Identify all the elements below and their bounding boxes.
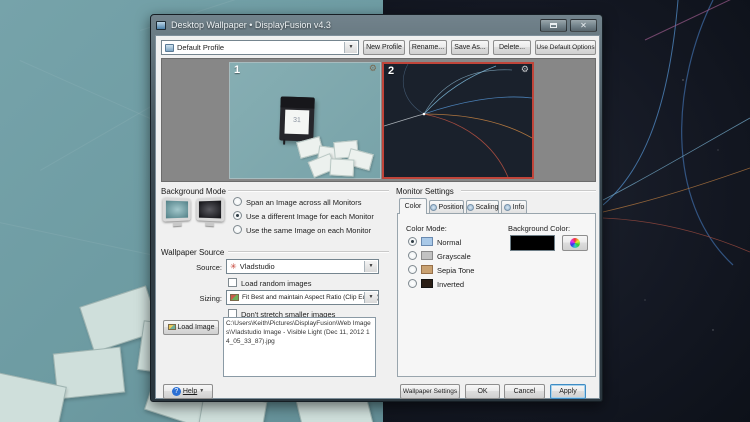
app-icon [156, 21, 166, 30]
monitor-icon [163, 197, 191, 221]
span-image-label[interactable]: Span an Image across all Monitors [246, 198, 361, 207]
tab-scaling[interactable]: Scaling [466, 200, 499, 213]
position-tab-icon [430, 204, 437, 211]
same-image-radio[interactable] [233, 225, 242, 234]
monitor-1-preview[interactable]: 1 ⚙ 31 [229, 62, 381, 179]
background-mode-title: Background Mode [161, 187, 226, 196]
chevron-down-icon[interactable]: ▼ [364, 292, 377, 303]
save-as-button[interactable]: Save As... [451, 40, 489, 55]
monitor-1-gear-icon[interactable]: ⚙ [369, 63, 377, 74]
dialog-client-area: Default Profile ▼ New Profile Rename... … [155, 35, 600, 399]
monitor-icon [196, 197, 224, 221]
calendar-page: 31 [284, 110, 309, 135]
section-divider [228, 251, 389, 253]
chevron-down-icon[interactable]: ▼ [364, 261, 377, 272]
section-divider [461, 190, 596, 192]
profile-dropdown[interactable]: Default Profile ▼ [161, 40, 359, 55]
help-button[interactable]: ?Help▼ [163, 384, 213, 399]
source-value: Vladstudio [240, 262, 275, 271]
apply-button[interactable]: Apply [550, 384, 586, 399]
light-trails-thumbnail [384, 64, 532, 177]
sepia-mode-icon [421, 265, 433, 274]
maximize-icon [550, 23, 557, 28]
tab-scaling-label: Scaling [476, 204, 499, 211]
normal-mode-icon [421, 237, 433, 246]
color-mode-inverted-label[interactable]: Inverted [437, 280, 464, 289]
background-color-label: Background Color: [508, 224, 570, 233]
background-color-swatch [510, 235, 555, 251]
load-image-button[interactable]: Load Image [163, 320, 219, 335]
section-divider [228, 190, 389, 192]
calendar-graphic: 31 [279, 96, 315, 141]
use-default-options-button[interactable]: Use Default Options [535, 40, 596, 55]
color-mode-grayscale-radio[interactable] [408, 251, 417, 260]
source-label: Source: [182, 263, 222, 272]
color-wheel-icon [570, 238, 580, 248]
image-path-box[interactable]: C:\Users\Keith\Pictures\DisplayFusion\We… [223, 317, 376, 377]
source-dropdown[interactable]: ✳ Vladstudio ▼ [226, 259, 379, 274]
close-button[interactable]: ✕ [570, 19, 597, 32]
profile-icon [165, 44, 174, 52]
tab-info-label: Info [513, 204, 525, 211]
color-mode-inverted-radio[interactable] [408, 279, 417, 288]
rename-button[interactable]: Rename... [409, 40, 447, 55]
sizing-value: Fit Best and maintain Aspect Ratio (Clip… [242, 294, 378, 301]
monitor-settings-title: Monitor Settings [396, 187, 454, 196]
window-title: Desktop Wallpaper • DisplayFusion v4.3 [171, 20, 537, 30]
delete-button[interactable]: Delete... [493, 40, 531, 55]
paper-shape [330, 158, 355, 176]
cancel-button[interactable]: Cancel [504, 384, 545, 399]
monitor-1-number: 1 [234, 64, 240, 76]
grayscale-mode-icon [421, 251, 433, 260]
monitor-preview-panel: 1 ⚙ 31 2 ⚙ [161, 58, 596, 182]
tab-position[interactable]: Position [429, 200, 464, 213]
load-random-label[interactable]: Load random images [241, 279, 311, 288]
color-mode-grayscale-label[interactable]: Grayscale [437, 252, 471, 261]
color-picker-button[interactable] [562, 235, 588, 251]
load-image-icon [168, 324, 176, 330]
calendar-leg [283, 140, 285, 145]
different-image-label[interactable]: Use a different Image for each Monitor [246, 212, 374, 221]
profile-value: Default Profile [177, 43, 224, 52]
displayfusion-dialog: Desktop Wallpaper • DisplayFusion v4.3 ✕… [150, 14, 603, 402]
help-label: Help [183, 388, 197, 395]
chevron-down-icon: ▼ [199, 388, 204, 394]
color-mode-normal-label[interactable]: Normal [437, 238, 461, 247]
scaling-tab-icon [467, 204, 474, 211]
vladstudio-icon: ✳ [230, 263, 237, 271]
tab-color-label: Color [405, 203, 422, 210]
info-tab-icon [504, 204, 511, 211]
wallpaper-settings-button[interactable]: Wallpaper Settings [400, 384, 460, 399]
color-mode-sepia-label[interactable]: Sepia Tone [437, 266, 474, 275]
same-image-label[interactable]: Use the same Image on each Monitor [246, 226, 371, 235]
tab-position-label: Position [439, 204, 464, 211]
color-mode-sepia-radio[interactable] [408, 265, 417, 274]
different-image-radio[interactable] [233, 211, 242, 220]
load-random-checkbox[interactable] [228, 278, 237, 287]
load-image-label: Load Image [178, 324, 215, 331]
monitor-2-preview[interactable]: 2 ⚙ [382, 62, 534, 179]
color-mode-normal-radio[interactable] [408, 237, 417, 246]
title-bar[interactable]: Desktop Wallpaper • DisplayFusion v4.3 ✕ [151, 15, 602, 35]
span-image-radio[interactable] [233, 197, 242, 206]
maximize-button[interactable] [540, 19, 567, 32]
image-sizing-icon [230, 294, 239, 301]
sizing-label: Sizing: [182, 294, 222, 303]
inverted-mode-icon [421, 279, 433, 288]
calendar-top [280, 96, 314, 108]
tab-info[interactable]: Info [501, 200, 527, 213]
help-icon: ? [172, 387, 181, 396]
ok-button[interactable]: OK [465, 384, 500, 399]
chevron-down-icon[interactable]: ▼ [344, 42, 357, 53]
color-mode-label: Color Mode: [406, 224, 447, 233]
wallpaper-source-title: Wallpaper Source [161, 248, 224, 257]
tab-color[interactable]: Color [399, 198, 427, 214]
sizing-dropdown[interactable]: Fit Best and maintain Aspect Ratio (Clip… [226, 290, 379, 305]
background-mode-monitors-icon [162, 196, 226, 234]
new-profile-button[interactable]: New Profile [363, 40, 405, 55]
